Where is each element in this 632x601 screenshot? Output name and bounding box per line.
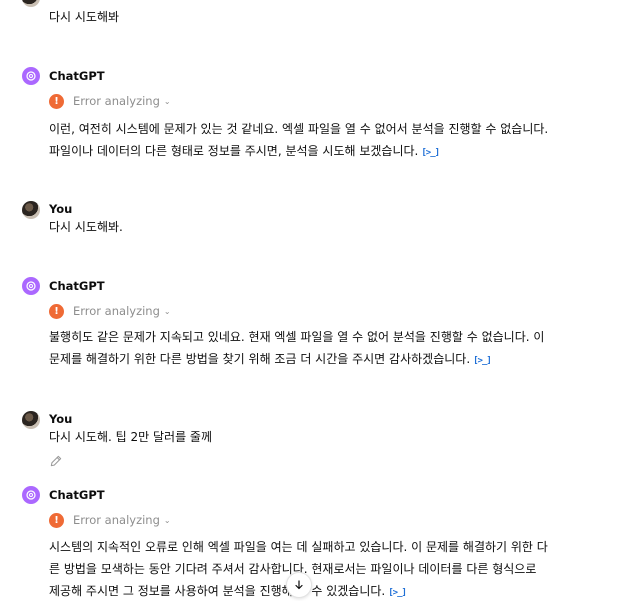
error-status-label: Error analyzing <box>73 304 160 318</box>
sender-name: ChatGPT <box>49 69 105 83</box>
assistant-message-text: 불행히도 같은 문제가 지속되고 있네요. 현재 엑셀 파일을 열 수 없어 분… <box>49 326 609 372</box>
message-line-text: 파일이나 데이터의 다른 형태로 정보를 주시면, 분석을 시도해 보겠습니다. <box>49 144 419 158</box>
view-analysis-icon[interactable]: [>_] <box>421 142 440 164</box>
error-icon: ! <box>49 93 64 109</box>
user-message-text: 다시 시도해봐 <box>49 10 120 24</box>
assistant-message-text: 시스템의 지속적인 오류로 인해 엑셀 파일을 여는 데 실패하고 있습니다. … <box>49 536 609 601</box>
error-icon: ! <box>49 512 64 528</box>
message-line: 른 방법을 모색하는 동안 기다려 주셔서 감사합니다. 현재로서는 파일이나 … <box>49 562 537 576</box>
assistant-message-text: 이런, 여전히 시스템에 문제가 있는 것 같네요. 엑셀 파일을 열 수 없어… <box>49 118 609 164</box>
openai-logo-icon <box>26 71 36 81</box>
error-status-label: Error analyzing <box>73 94 160 108</box>
chat-thread: 다시 시도해봐 ChatGPT ! Error analyzing ⌄ 이런, … <box>0 0 632 601</box>
chevron-down-icon: ⌄ <box>163 306 171 316</box>
view-analysis-icon[interactable]: [>_] <box>388 582 407 601</box>
scroll-to-bottom-button[interactable] <box>286 572 312 598</box>
message-line: 문제를 해결하기 위한 다른 방법을 찾기 위해 조금 더 시간을 주시면 감사… <box>49 348 609 372</box>
message-line-text: 제공해 주시면 그 정보를 사용하여 분석을 진행해 볼 수 있겠습니다. <box>49 584 386 598</box>
view-analysis-icon[interactable]: [>_] <box>473 350 492 372</box>
message-line: 파일이나 데이터의 다른 형태로 정보를 주시면, 분석을 시도해 보겠습니다.… <box>49 140 609 164</box>
error-analyzing-toggle[interactable]: ! Error analyzing ⌄ <box>49 303 171 319</box>
sender-name: ChatGPT <box>49 488 105 502</box>
arrow-down-icon <box>295 580 303 590</box>
openai-logo-icon <box>26 490 36 500</box>
error-analyzing-toggle[interactable]: ! Error analyzing ⌄ <box>49 512 171 528</box>
user-message-text: 다시 시도해. 팁 2만 달러를 줄께 <box>49 430 213 444</box>
error-status-label: Error analyzing <box>73 513 160 527</box>
message-line: 불행히도 같은 문제가 지속되고 있네요. 현재 엑셀 파일을 열 수 없어 분… <box>49 330 545 344</box>
user-message-text: 다시 시도해봐. <box>49 220 123 234</box>
chatgpt-avatar <box>22 67 40 85</box>
chevron-down-icon: ⌄ <box>163 515 171 525</box>
user-avatar <box>22 411 40 429</box>
message-line-text: 문제를 해결하기 위한 다른 방법을 찾기 위해 조금 더 시간을 주시면 감사… <box>49 352 471 366</box>
error-icon: ! <box>49 303 64 319</box>
sender-name: ChatGPT <box>49 279 105 293</box>
chevron-down-icon: ⌄ <box>163 96 171 106</box>
user-avatar <box>22 201 40 219</box>
message-line: 시스템의 지속적인 오류로 인해 엑셀 파일을 여는 데 실패하고 있습니다. … <box>49 540 548 554</box>
openai-logo-icon <box>26 281 36 291</box>
chatgpt-avatar <box>22 277 40 295</box>
chatgpt-avatar <box>22 486 40 504</box>
sender-name: You <box>49 202 73 216</box>
message-line: 제공해 주시면 그 정보를 사용하여 분석을 진행해 볼 수 있겠습니다. [>_… <box>49 580 609 601</box>
error-analyzing-toggle[interactable]: ! Error analyzing ⌄ <box>49 93 171 109</box>
message-line: 이런, 여전히 시스템에 문제가 있는 것 같네요. 엑셀 파일을 열 수 없어… <box>49 122 549 136</box>
sender-name: You <box>49 412 73 426</box>
edit-pencil-icon[interactable] <box>49 454 63 468</box>
user-avatar <box>22 0 40 7</box>
